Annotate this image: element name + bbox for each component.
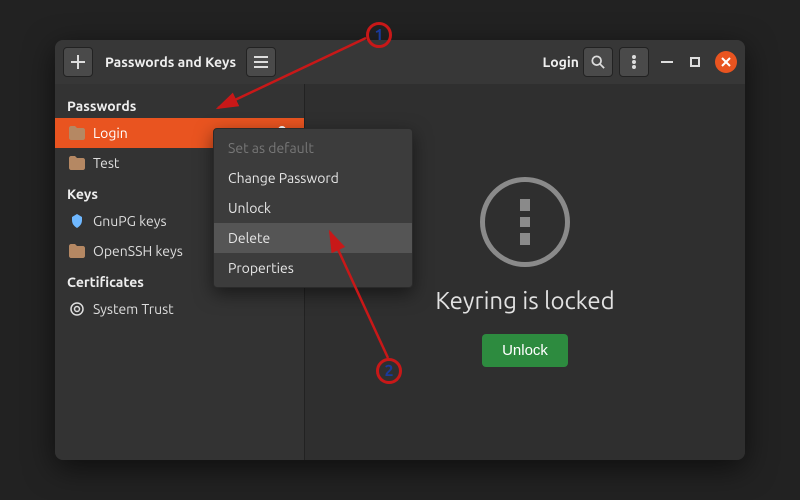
menu-item-delete[interactable]: Delete	[214, 223, 412, 253]
window-maximize-button[interactable]	[687, 54, 703, 70]
gnupg-icon	[69, 213, 85, 229]
search-icon	[591, 55, 605, 69]
section-header-passwords: Passwords	[55, 90, 304, 118]
unlock-button[interactable]: Unlock	[482, 334, 568, 367]
sidebar-item-label: System Trust	[93, 301, 174, 317]
sidebar-item-label: Login	[93, 125, 128, 141]
minimize-icon	[661, 61, 673, 63]
window-close-button[interactable]	[715, 51, 737, 73]
view-list-button[interactable]	[246, 47, 276, 77]
search-button[interactable]	[583, 47, 613, 77]
gear-icon	[69, 301, 85, 317]
menu-item-unlock[interactable]: Unlock	[214, 193, 412, 223]
sidebar-item-label: GnuPG keys	[93, 213, 167, 229]
sidebar-item-label: Test	[93, 155, 119, 171]
sidebar-item-system-trust[interactable]: System Trust	[55, 294, 304, 324]
context-title: Login	[543, 54, 579, 70]
folder-icon	[69, 155, 85, 171]
close-icon	[721, 57, 731, 67]
titlebar: Passwords and Keys Login	[55, 40, 745, 84]
app-title: Passwords and Keys	[105, 54, 236, 70]
keyring-locked-icon	[480, 177, 570, 267]
menu-item-change-password[interactable]: Change Password	[214, 163, 412, 193]
folder-icon	[69, 243, 85, 259]
list-icon	[254, 56, 268, 68]
keyring-status-text: Keyring is locked	[435, 287, 614, 314]
folder-icon	[69, 125, 85, 141]
menu-item-set-default: Set as default	[214, 133, 412, 163]
sidebar-item-label: OpenSSH keys	[93, 243, 183, 259]
context-menu: Set as default Change Password Unlock De…	[213, 128, 413, 288]
kebab-icon	[632, 55, 636, 69]
menu-button[interactable]	[619, 47, 649, 77]
maximize-icon	[690, 57, 700, 67]
new-item-button[interactable]	[63, 47, 93, 77]
menu-item-properties[interactable]: Properties	[214, 253, 412, 283]
window-minimize-button[interactable]	[659, 54, 675, 70]
plus-icon	[71, 55, 85, 69]
